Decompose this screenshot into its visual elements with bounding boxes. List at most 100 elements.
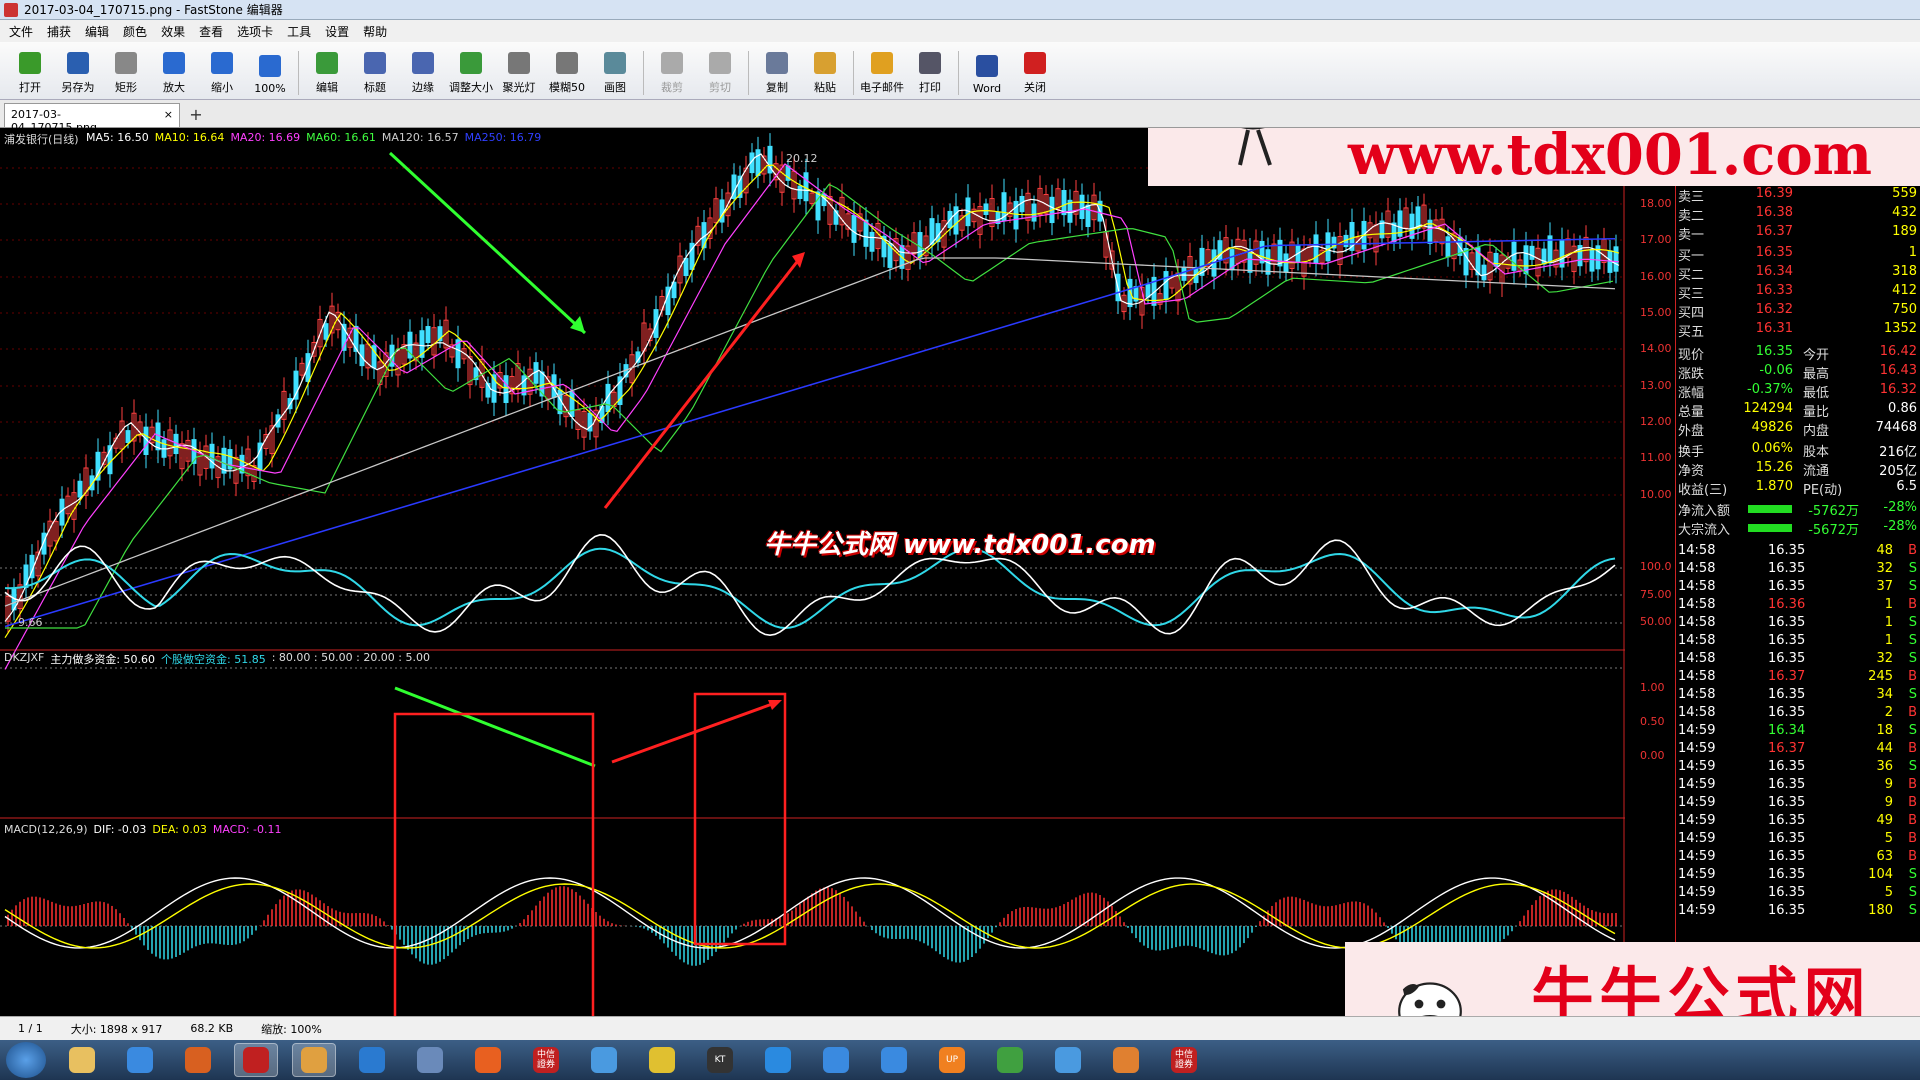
flow-label: 净流入额 [1678, 504, 1731, 519]
image-canvas[interactable]: 浦发银行(日线) MA5: 16.50 MA10: 16.64 MA20: 16.6… [0, 128, 1920, 1016]
candle-body [983, 203, 989, 215]
toolbar-button-10[interactable]: 聚光灯 [495, 45, 543, 99]
toolbar-button-1[interactable]: 另存为 [54, 45, 102, 99]
max-price-label: 20.12 [786, 152, 818, 165]
toolbar-button-12[interactable]: 画图 [591, 45, 639, 99]
stat-value2: 74468 [1875, 420, 1917, 435]
toolbar-button-11[interactable]: 模糊50 [543, 45, 591, 99]
stat-row: 换手 0.06% 股本 216亿 [1676, 441, 1920, 460]
zoom-in-icon [163, 52, 185, 74]
taskbar-button-3[interactable] [234, 1043, 278, 1077]
tick-time: 14:58 [1678, 705, 1716, 720]
zhongxin2-icon: 中信 證券 [1171, 1047, 1197, 1073]
tab-bar: 2017-03-04_170715.png × + [0, 100, 1920, 134]
toolbar-button-20[interactable]: 关闭 [1011, 45, 1059, 99]
tab-close-icon[interactable]: × [164, 108, 173, 123]
taskbar-button-8[interactable]: 中信 證券 [524, 1043, 568, 1077]
axis-tick: 50.00 [1640, 615, 1672, 628]
taskbar-button-5[interactable] [350, 1043, 394, 1077]
toolbar-button-8[interactable]: 边缘 [399, 45, 447, 99]
tick-time: 14:59 [1678, 741, 1716, 756]
taskbar-button-2[interactable] [176, 1043, 220, 1077]
taskbar-button-0[interactable] [60, 1043, 104, 1077]
menu-item-7[interactable]: 工具 [284, 23, 314, 40]
toolbar-button-16[interactable]: 粘贴 [801, 45, 849, 99]
toolbar-button-7[interactable]: 标题 [351, 45, 399, 99]
add-tab-button[interactable]: + [184, 105, 208, 127]
taskbar-button-14[interactable] [872, 1043, 916, 1077]
stat-label: 换手 [1678, 445, 1705, 460]
tick-volume: 104 [1868, 867, 1893, 882]
taskbar-button-12[interactable] [756, 1043, 800, 1077]
bid-label: 买三 [1678, 287, 1705, 302]
taskbar-button-13[interactable] [814, 1043, 858, 1077]
blur-icon [556, 52, 578, 74]
toolbar-button-2[interactable]: 矩形 [102, 45, 150, 99]
up-icon: UP [939, 1047, 965, 1073]
candle-body [1181, 266, 1187, 281]
menu-item-5[interactable]: 查看 [196, 23, 226, 40]
bid-volume: 412 [1892, 283, 1917, 298]
taskbar-button-17[interactable] [1046, 1043, 1090, 1077]
green-arrow-down [388, 151, 587, 335]
menu-item-9[interactable]: 帮助 [360, 23, 390, 40]
menu-item-6[interactable]: 选项卡 [234, 23, 276, 40]
toolbar-button-19[interactable]: Word [963, 45, 1011, 99]
watermark-bottom-text: 牛牛公式网 www.tdx001.com [1505, 946, 1898, 1017]
toolbar-button-0[interactable]: 打开 [6, 45, 54, 99]
taskbar-button-9[interactable] [582, 1043, 626, 1077]
toolbar-button-9[interactable]: 调整大小 [447, 45, 495, 99]
candle-body [425, 326, 431, 344]
toolbar-button-4[interactable]: 缩小 [198, 45, 246, 99]
menu-item-3[interactable]: 颜色 [120, 23, 150, 40]
candle-body [1325, 232, 1331, 262]
toolbar-label-17: 电子邮件 [860, 81, 904, 94]
ask-label: 卖一 [1678, 228, 1705, 243]
candle-body [953, 206, 959, 235]
stat-value: 0.06% [1751, 441, 1793, 456]
tick-volume: 48 [1876, 543, 1893, 558]
toolbar-button-5[interactable]: 100% [246, 45, 294, 99]
menu-item-2[interactable]: 编辑 [82, 23, 112, 40]
toolbar-label-16: 粘贴 [814, 81, 836, 94]
candle-body [917, 232, 923, 258]
tick-side: B [1908, 813, 1917, 828]
toolbar-button-14: 剪切 [696, 45, 744, 99]
start-button[interactable] [6, 1042, 46, 1078]
status-page: 1 / 1 [18, 1022, 43, 1035]
tick-price: 16.35 [1768, 813, 1806, 828]
menu-item-4[interactable]: 效果 [158, 23, 188, 40]
taskbar-button-16[interactable] [988, 1043, 1032, 1077]
resize-icon [460, 52, 482, 74]
candle-body [1145, 284, 1151, 298]
taskbar-button-11[interactable]: KT [698, 1043, 742, 1077]
taskbar-button-6[interactable] [408, 1043, 452, 1077]
tick-time: 14:59 [1678, 831, 1716, 846]
tab-image[interactable]: 2017-03-04_170715.png × [4, 103, 180, 134]
tick-time: 14:59 [1678, 795, 1716, 810]
tick-side: S [1908, 561, 1917, 576]
candle-body [1613, 246, 1619, 272]
taskbar-button-1[interactable] [118, 1043, 162, 1077]
ma60-line [5, 183, 1614, 629]
menu-item-0[interactable]: 文件 [6, 23, 36, 40]
menu-item-1[interactable]: 捕获 [44, 23, 74, 40]
bid-price: 16.33 [1755, 283, 1793, 298]
taskbar-button-7[interactable] [466, 1043, 510, 1077]
toolbar-button-15[interactable]: 复制 [753, 45, 801, 99]
toolbar-button-3[interactable]: 放大 [150, 45, 198, 99]
toolbar-label-19: Word [972, 82, 1002, 95]
menu-item-8[interactable]: 设置 [322, 23, 352, 40]
taskbar-button-10[interactable] [640, 1043, 684, 1077]
tick-time: 14:58 [1678, 561, 1716, 576]
toolbar-button-18[interactable]: 打印 [906, 45, 954, 99]
zoom-out-icon [211, 52, 233, 74]
toolbar-button-6[interactable]: 编辑 [303, 45, 351, 99]
taskbar-button-19[interactable]: 中信 證券 [1162, 1043, 1206, 1077]
taskbar-button-18[interactable] [1104, 1043, 1148, 1077]
toolbar-label-18: 打印 [919, 81, 941, 94]
taskbar-button-4[interactable] [292, 1043, 336, 1077]
taskbar-button-15[interactable]: UP [930, 1043, 974, 1077]
toolbar: 打开 另存为 矩形 放大 缩小 100% 编辑 标题 边缘 调整大小 聚光灯 模糊50 画图 裁剪 剪切 复制… [0, 42, 1920, 100]
toolbar-button-17[interactable]: 电子邮件 [858, 45, 906, 99]
